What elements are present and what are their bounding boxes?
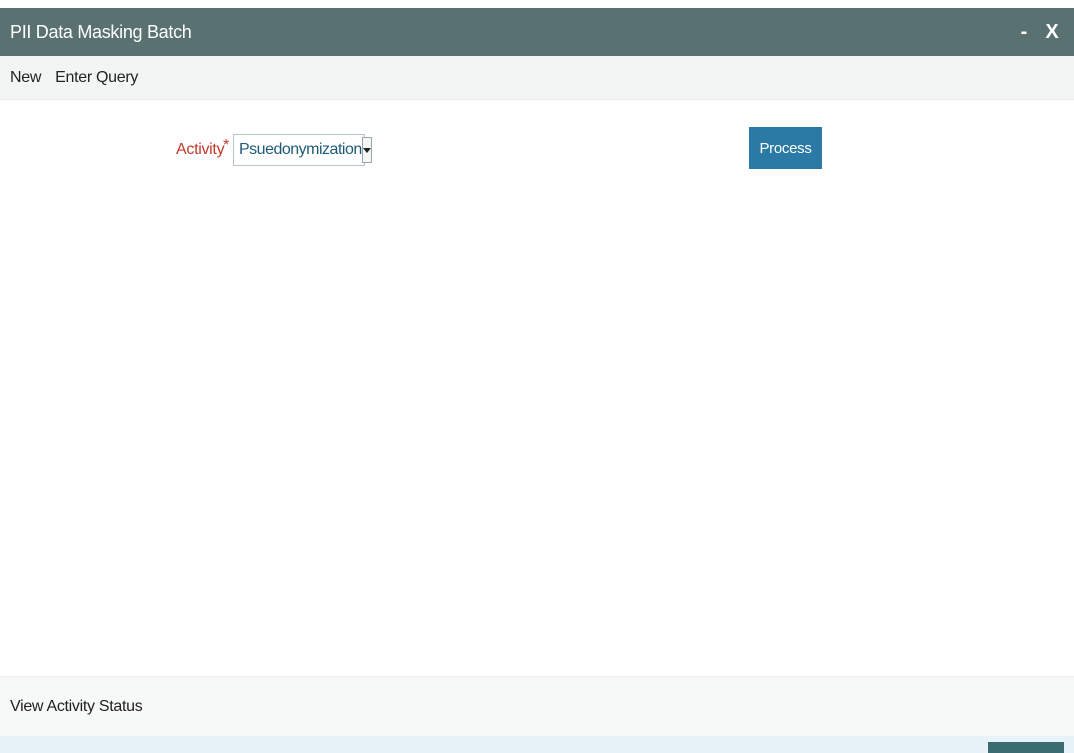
menu-item-new[interactable]: New <box>10 69 41 87</box>
activity-select-value: Psuedonymization <box>239 141 362 158</box>
window-controls: - X <box>1010 8 1074 56</box>
chevron-down-icon[interactable] <box>361 137 372 163</box>
required-indicator: * <box>223 137 230 154</box>
menu-bar: New Enter Query <box>0 56 1074 100</box>
footer-button[interactable] <box>988 742 1064 753</box>
activity-select[interactable]: Psuedonymization <box>233 134 372 166</box>
title-bar: PII Data Masking Batch - X <box>0 8 1074 56</box>
menu-item-enter-query[interactable]: Enter Query <box>55 69 138 87</box>
minimize-button[interactable]: - <box>1010 8 1038 56</box>
activity-form-row: Activity * Psuedonymization <box>0 131 1074 171</box>
footer-strip <box>0 736 1074 753</box>
view-activity-status-link[interactable]: View Activity Status <box>10 698 143 716</box>
activity-status-bar: View Activity Status <box>0 676 1074 736</box>
pii-data-masking-batch-window: PII Data Masking Batch - X New Enter Que… <box>0 0 1074 753</box>
activity-label: Activity <box>176 141 225 158</box>
process-button[interactable]: Process <box>749 127 822 169</box>
close-button[interactable]: X <box>1038 8 1066 56</box>
window-title: PII Data Masking Batch <box>10 21 192 42</box>
